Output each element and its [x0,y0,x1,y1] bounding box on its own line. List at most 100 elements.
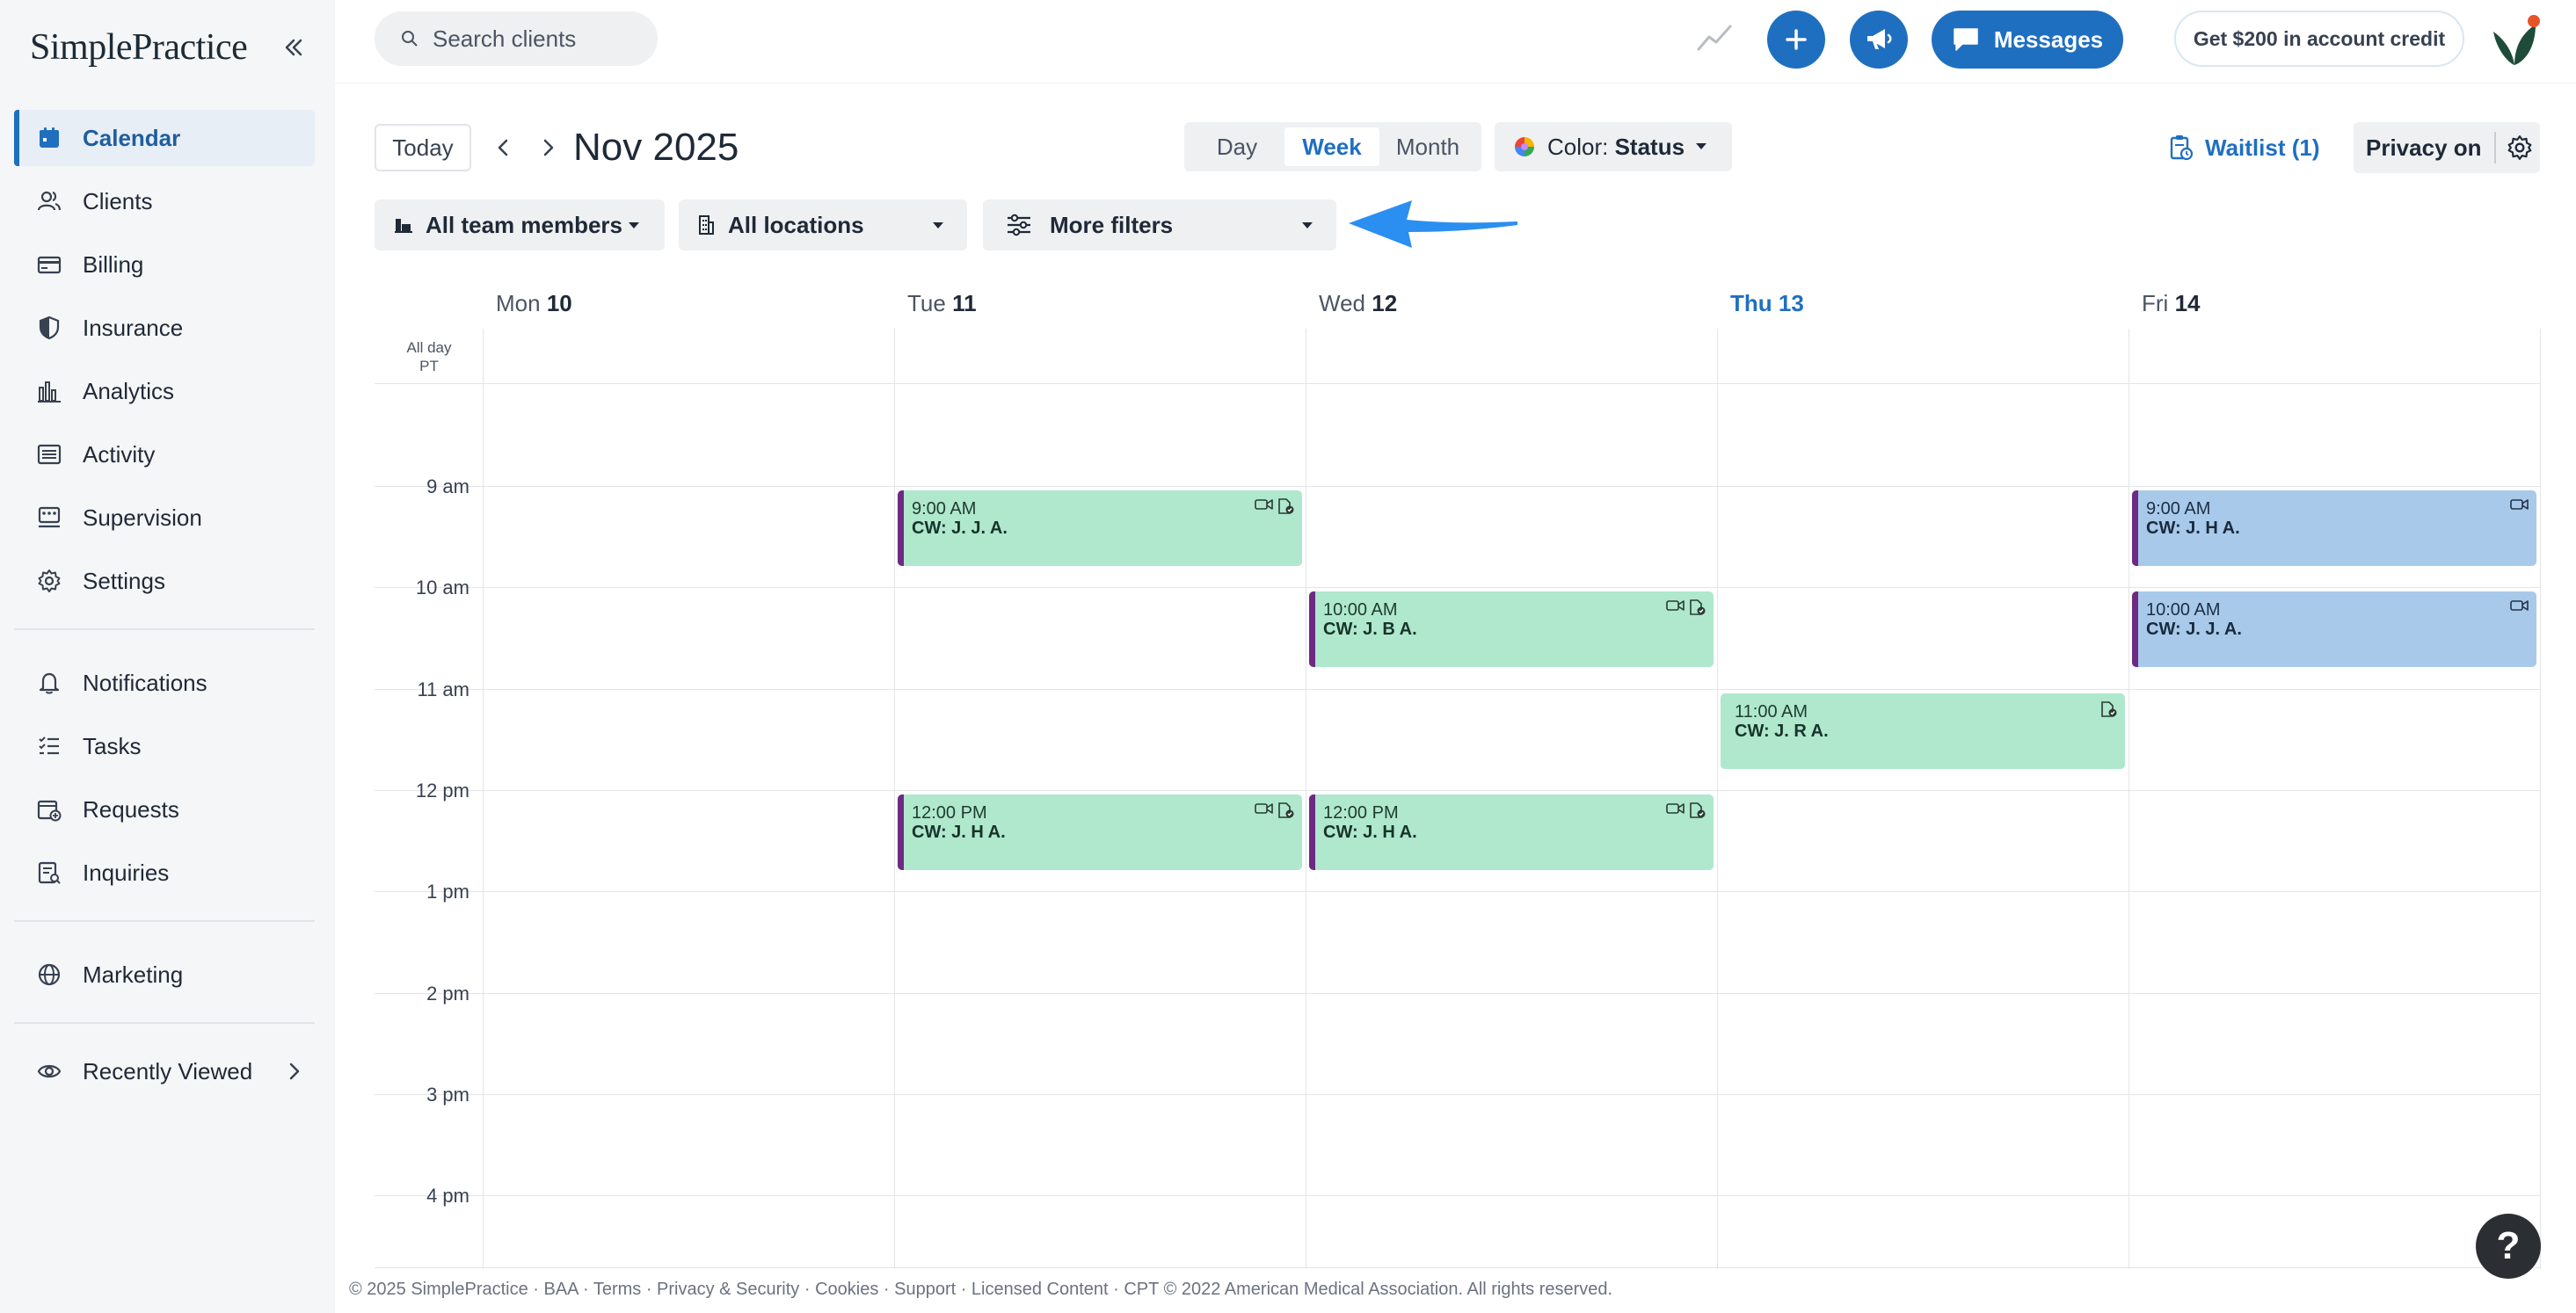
sidebar-item-calendar[interactable]: Calendar [14,110,315,166]
shield-icon [33,312,65,344]
appointment-event[interactable]: 12:00 PM CW: J. H A. [898,794,1302,870]
sidebar-item-label: Supervision [83,504,202,531]
sidebar-item-requests[interactable]: Requests [14,781,315,838]
hour-label: 12 pm [415,780,469,802]
caret-down-icon [1301,221,1313,230]
sidebar-item-label: Billing [83,250,144,278]
callout-arrow-icon [1345,186,1521,260]
gear-icon [33,565,65,597]
today-button[interactable]: Today [375,124,471,171]
search-input[interactable] [431,24,645,54]
day-header-tue[interactable]: Tue 11 [907,290,977,317]
sidebar-item-clients[interactable]: Clients [14,173,315,229]
add-button[interactable] [1767,11,1825,69]
next-week-button[interactable] [530,130,565,165]
team-members-icon [394,215,413,235]
color-by-dropdown[interactable]: Color: Status [1495,122,1732,171]
sidebar-item-billing[interactable]: Billing [14,236,315,293]
sidebar-item-recently-viewed[interactable]: Recently Viewed [14,1043,315,1099]
sidebar-item-marketing[interactable]: Marketing [14,947,315,1003]
event-client: CW: J. H A. [912,823,1006,842]
event-time: 9:00 AM [912,499,977,519]
sidebar-item-label: Insurance [83,314,184,341]
grid-line [375,891,2541,892]
sidebar-item-tasks[interactable]: Tasks [14,718,315,774]
gear-icon[interactable] [2507,134,2533,161]
appointment-event[interactable]: 12:00 PM CW: J. H A. [1309,794,1714,870]
column-line [2540,329,2541,1269]
leaf-avatar-icon [2493,15,2540,65]
hour-label: 1 pm [426,881,469,903]
sidebar-divider [14,1022,315,1024]
event-time: 11:00 AM [1735,702,1808,722]
sliders-icon [1006,214,1032,236]
tab-week[interactable]: Week [1284,127,1379,166]
help-button[interactable]: ? [2476,1214,2541,1279]
footer-legal-links[interactable]: © 2025 SimplePractice · BAA · Terms · Pr… [349,1280,1612,1300]
sidebar-item-settings[interactable]: Settings [14,553,315,609]
appointment-event[interactable]: 10:00 AM CW: J. B A. [1309,591,1714,667]
trend-chart-icon[interactable] [1697,23,1732,53]
supervision-icon [33,502,65,533]
logo-text: SimplePractice [30,27,248,68]
messages-button[interactable]: Messages [1932,11,2123,69]
activity-icon [33,439,65,470]
sidebar-item-label: Marketing [83,961,184,988]
megaphone-icon [1867,29,1892,49]
simplepractice-logo[interactable]: SimplePractice [30,23,248,72]
announcements-button[interactable] [1850,11,1908,69]
day-header-thu-today[interactable]: Thu 13 [1730,290,1804,317]
client-portal-icon [2100,700,2118,718]
tasks-icon [33,730,65,762]
color-wheel-icon [1514,136,1535,157]
sidebar-item-label: Notifications [83,669,207,696]
event-client: CW: J. J. A. [912,519,1008,538]
account-credit-button[interactable]: Get $200 in account credit [2174,11,2464,67]
chevron-left-icon [498,139,508,156]
more-filters-dropdown[interactable]: More filters [983,199,1336,250]
appointment-event[interactable]: 9:00 AM CW: J. J. A. [898,490,1302,566]
calendar-icon [33,122,65,154]
day-header-wed[interactable]: Wed 12 [1319,290,1397,317]
sidebar-item-inquiries[interactable]: Inquiries [14,845,315,901]
waitlist-button[interactable]: Waitlist (1) [2170,125,2319,170]
appointment-event[interactable]: 9:00 AM CW: J. H A. [2132,490,2536,566]
team-members-filter[interactable]: All team members [375,199,665,250]
inquiries-icon [33,857,65,889]
sidebar-item-insurance[interactable]: Insurance [14,300,315,356]
grid-line [375,486,2541,487]
search-clients-field[interactable] [375,11,658,66]
hour-label: 9 am [426,475,469,497]
event-client: CW: J. B A. [1323,620,1417,639]
collapse-sidebar-button[interactable] [278,32,309,63]
more-filters-label: More filters [1050,211,1174,238]
globe-icon [33,959,65,990]
building-icon [696,214,716,236]
sidebar-item-supervision[interactable]: Supervision [14,490,315,546]
sidebar-item-activity[interactable]: Activity [14,426,315,482]
day-header-fri[interactable]: Fri 14 [2142,290,2200,317]
profile-avatar[interactable] [2486,12,2543,69]
sidebar-item-label: Requests [83,795,179,823]
sidebar-item-label: Activity [83,440,156,468]
sidebar-divider [14,920,315,922]
tab-day[interactable]: Day [1190,127,1284,166]
sidebar-item-notifications[interactable]: Notifications [14,655,315,711]
column-line [1717,329,1718,1269]
chat-bubble-icon [1954,28,1978,51]
previous-week-button[interactable] [486,130,521,165]
tab-month[interactable]: Month [1379,127,1476,166]
appointment-event[interactable]: 11:00 AM CW: J. R A. [1721,693,2125,769]
grid-line [375,689,2541,690]
locations-filter[interactable]: All locations [679,199,967,250]
privacy-toggle-button[interactable]: Privacy on [2354,122,2540,173]
event-status-bar [2132,490,2138,566]
all-day-divider [375,383,2541,384]
grid-line [375,587,2541,588]
client-portal-icon [1277,802,1295,819]
day-header-mon[interactable]: Mon 10 [496,290,572,317]
event-status-bar [2132,591,2138,667]
video-camera-icon [2510,497,2529,511]
sidebar-item-analytics[interactable]: Analytics [14,363,315,419]
appointment-event[interactable]: 10:00 AM CW: J. J. A. [2132,591,2536,667]
